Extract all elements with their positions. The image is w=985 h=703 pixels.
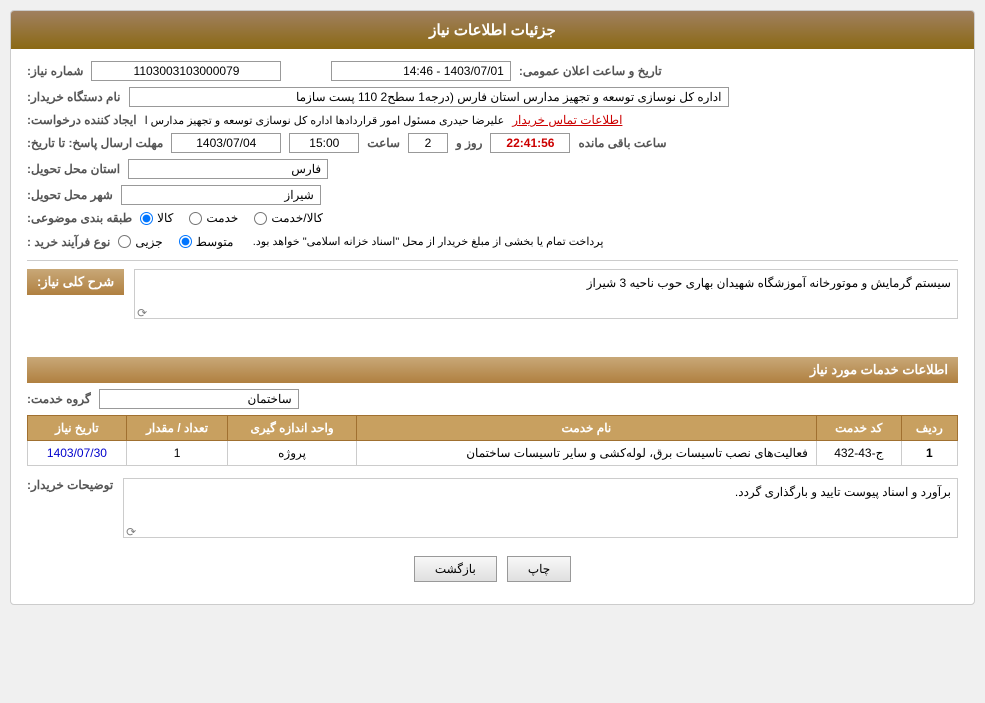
saat-label: ساعت [367,136,400,150]
main-card: جزئیات اطلاعات نیاز تاریخ و ساعت اعلان ع… [10,10,975,605]
table-body: 1 ج-43-432 فعالیت‌های نصب تاسیسات برق، ل… [28,441,958,466]
cell-radif: 1 [901,441,957,466]
row-ostan: فارس استان محل تحویل: [27,159,958,179]
tabaghe-radio-group: کالا/خدمت خدمت کالا [140,211,323,225]
grohe-khadamat-value: ساختمان [99,389,299,409]
sharh-koli-area: سیستم گرمایش و موتورخانه آموزشگاه شهیدان… [134,269,958,349]
grohe-khadamat-label: گروه خدمت: [27,392,91,406]
cell-tarikh: 1403/07/30 [28,441,127,466]
row-shahr: شیراز شهر محل تحویل: [27,185,958,205]
card-header: جزئیات اطلاعات نیاز [11,11,974,49]
col-tedad: تعداد / مقدار [126,416,227,441]
page-wrapper: جزئیات اطلاعات نیاز تاریخ و ساعت اعلان ع… [0,0,985,703]
row-namdastgah: اداره کل نوسازی توسعه و تجهیز مدارس استا… [27,87,958,107]
row-grohe-khadamat: ساختمان گروه خدمت: [27,389,958,409]
sharh-koli-box: سیستم گرمایش و موتورخانه آموزشگاه شهیدان… [134,269,958,319]
row-mohlet: ساعت باقی مانده 22:41:56 روز و 2 ساعت 15… [27,133,958,153]
countdown-label: ساعت باقی مانده [578,136,666,150]
cell-tedad: 1 [126,441,227,466]
tarikh-value: 1403/07/04 [171,133,281,153]
radio-khadamat-input[interactable] [189,212,202,225]
radio-motavaset[interactable]: متوسط [179,235,234,249]
table-row: 1 ج-43-432 فعالیت‌های نصب تاسیسات برق، ل… [28,441,958,466]
row-ijadkonande: اطلاعات تماس خریدار علیرضا حیدری مسئول ا… [27,113,958,127]
ostan-value: فارس [128,159,328,179]
table-header: ردیف کد خدمت نام خدمت واحد اندازه گیری ت… [28,416,958,441]
tabaghe-label: طبقه بندی موضوعی: [27,211,132,225]
ijadkonande-link[interactable]: اطلاعات تماس خریدار [512,113,622,127]
sharh-koli-value: سیستم گرمایش و موتورخانه آموزشگاه شهیدان… [587,276,951,290]
divider-1 [27,260,958,261]
row-buyer-notes: برآورد و اسناد پیوست تایید و بارگذاری گر… [27,474,958,542]
table-header-row: ردیف کد خدمت نام خدمت واحد اندازه گیری ت… [28,416,958,441]
radio-motavaset-label: متوسط [196,235,234,249]
radio-kala-khadamat-label: کالا/خدمت [271,211,322,225]
cell-kod: ج-43-432 [816,441,901,466]
cell-nam: فعالیت‌های نصب تاسیسات برق، لوله‌کشی و س… [356,441,816,466]
tarikh-alanomumi-value: 1403/07/01 - 14:46 [331,61,511,81]
radio-jozi-label: جزیی [135,235,162,249]
shomare-niaz-value: 1103003103000079 [91,61,281,81]
khadamat-section-title: اطلاعات خدمات مورد نیاز [27,357,958,383]
col-nam: نام خدمت [356,416,816,441]
col-radif: ردیف [901,416,957,441]
back-button[interactable]: بازگشت [414,556,497,582]
buyer-notes-area: برآورد و اسناد پیوست تایید و بارگذاری گر… [123,474,958,542]
ijadkonande-value: علیرضا حیدری مسئول امور قراردادها اداره … [145,114,505,127]
rooz-value: 2 [408,133,448,153]
cell-vahed: پروژه [228,441,357,466]
radio-jozi-input[interactable] [118,235,131,248]
buyer-notes-label: توضیحات خریدار: [27,474,113,492]
countdown-value: 22:41:56 [490,133,570,153]
shomare-niaz-label: شماره نیاز: [27,64,83,78]
resize-handle-sharh[interactable]: ⟳ [137,306,147,316]
sharh-koli-section-label: شرح کلی نیاز: [27,269,124,295]
col-kod: کد خدمت [816,416,901,441]
buyer-notes-value: برآورد و اسناد پیوست تایید و بارگذاری گر… [735,485,951,499]
page-title: جزئیات اطلاعات نیاز [429,22,556,39]
radio-kala-khadamat[interactable]: کالا/خدمت [254,211,322,225]
radio-khadamat[interactable]: خدمت [189,211,238,225]
shahr-label: شهر محل تحویل: [27,188,113,202]
ijadkonande-label: ایجاد کننده درخواست: [27,113,137,127]
radio-khadamat-label: خدمت [206,211,238,225]
mohlet-label: مهلت ارسال پاسخ: تا تاریخ: [27,136,163,150]
namdastgah-value: اداره کل نوسازی توسعه و تجهیز مدارس استا… [129,87,729,107]
radio-kala[interactable]: کالا [140,211,173,225]
print-button[interactable]: چاپ [507,556,571,582]
shahr-value: شیراز [121,185,321,205]
button-row: چاپ بازگشت [27,556,958,592]
namdastgah-label: نام دستگاه خریدار: [27,90,121,104]
saat-value: 15:00 [289,133,359,153]
col-vahed: واحد اندازه گیری [228,416,357,441]
radio-kala-label: کالا [157,211,173,225]
row-tabaghe: کالا/خدمت خدمت کالا طبقه بندی موضوعی: [27,211,958,225]
radio-jozi[interactable]: جزیی [118,235,162,249]
col-tarikh: تاریخ نیاز [28,416,127,441]
ostan-label: استان محل تحویل: [27,162,120,176]
radio-kala-input[interactable] [140,212,153,225]
radio-kala-khadamat-input[interactable] [254,212,267,225]
noefar-note: پرداخت تمام یا بخشی از مبلغ خریدار از مح… [253,235,604,248]
radio-motavaset-input[interactable] [179,235,192,248]
row-noefar: پرداخت تمام یا بخشی از مبلغ خریدار از مح… [27,231,958,252]
row-shomaren-tarikh: تاریخ و ساعت اعلان عمومی: 1403/07/01 - 1… [27,61,958,81]
noefar-radio-group: متوسط جزیی [118,235,233,249]
row-sharh-koli: سیستم گرمایش و موتورخانه آموزشگاه شهیدان… [27,269,958,349]
noefar-label: نوع فرآیند خرید : [27,235,110,249]
resize-handle-notes[interactable]: ⟳ [126,525,136,535]
buyer-notes-box: برآورد و اسناد پیوست تایید و بارگذاری گر… [123,478,958,538]
tarikh-alanomumi-label: تاریخ و ساعت اعلان عمومی: [519,64,662,78]
rooz-label: روز و [456,136,483,150]
card-body: تاریخ و ساعت اعلان عمومی: 1403/07/01 - 1… [11,49,974,604]
services-table: ردیف کد خدمت نام خدمت واحد اندازه گیری ت… [27,415,958,466]
